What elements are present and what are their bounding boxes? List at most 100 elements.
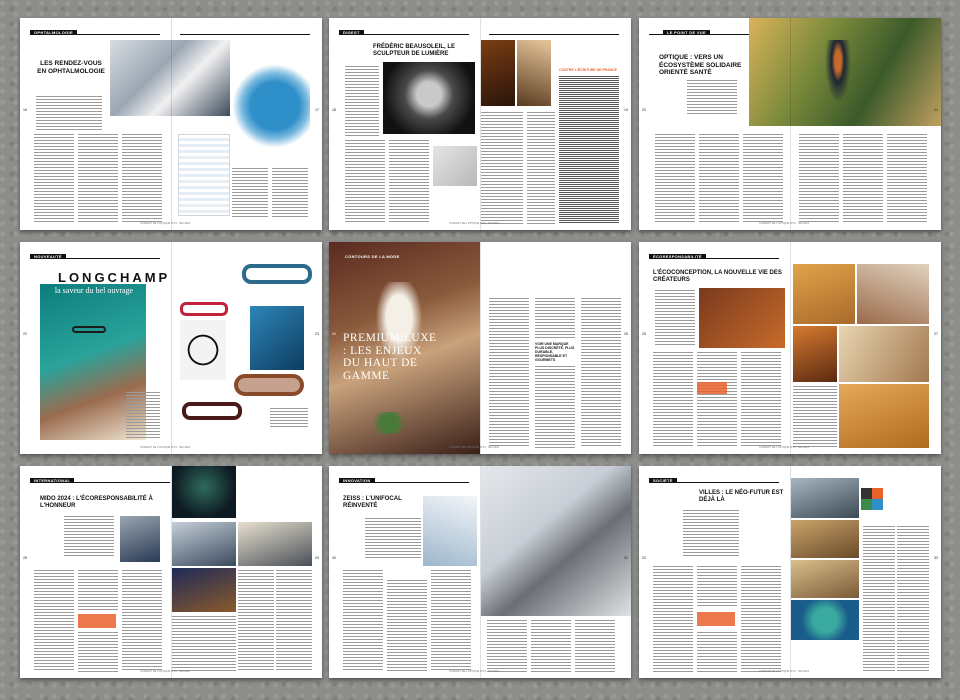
body-column bbox=[743, 134, 783, 224]
body-column bbox=[799, 134, 839, 224]
body-column bbox=[276, 570, 312, 672]
page-footer: CONCEPT DE L'OPTIQUE N°XX · MAI 2024 bbox=[140, 446, 190, 449]
page-number: 28 bbox=[23, 556, 27, 560]
spread-digest[interactable]: DIGEST FRÉDÉRIC BEAUSOLEIL, LE SCULPTEUR… bbox=[329, 18, 631, 230]
rubric-rule bbox=[339, 34, 469, 35]
body-column bbox=[741, 566, 781, 672]
body-column bbox=[699, 134, 739, 224]
page-footer: CONCEPT DE L'OPTIQUE N°XX · MAI 2024 bbox=[759, 670, 809, 673]
article-title: PREMIUM/LUXE : LES ENJEUX DU HAUT DE GAM… bbox=[343, 332, 437, 382]
page-number: 18 bbox=[332, 108, 336, 112]
body-column bbox=[697, 352, 737, 448]
page-footer: CONCEPT DE L'OPTIQUE N°XX · MAI 2024 bbox=[140, 670, 190, 673]
body-column bbox=[34, 134, 74, 224]
interior-photo bbox=[517, 40, 551, 106]
brown-glasses-icon bbox=[234, 374, 304, 396]
rubric-rule bbox=[339, 482, 469, 483]
page-footer: CONCEPT DE L'OPTIQUE N°XX · MAI 2024 bbox=[759, 222, 809, 225]
man-glasses-photo bbox=[481, 466, 631, 616]
body-column bbox=[343, 570, 383, 672]
body-column bbox=[345, 140, 385, 224]
spread-premium-luxe[interactable]: CONTOURS DE LA MODE PREMIUM/LUXE : LES E… bbox=[329, 242, 631, 454]
body-column bbox=[653, 566, 693, 672]
bouquet-figure bbox=[369, 412, 409, 434]
handbag-photo bbox=[180, 320, 226, 380]
rubric-label: CONTOURS DE LA MODE bbox=[345, 254, 400, 259]
intro-text bbox=[345, 66, 379, 136]
page-number: 19 bbox=[624, 108, 628, 112]
spread-point-de-vue[interactable]: LE POINT DE VUE OPTIQUE : VERS UN ÉCOSYS… bbox=[639, 18, 941, 230]
dune-city-photo bbox=[791, 560, 859, 598]
body-column bbox=[581, 298, 621, 448]
body-column bbox=[575, 620, 615, 672]
page-footer: CONCEPT DE L'OPTIQUE N°XX · MAI 2024 bbox=[449, 446, 499, 449]
body-column bbox=[535, 298, 575, 338]
intro-text bbox=[687, 80, 737, 116]
body-column bbox=[122, 134, 162, 224]
page-number: 27 bbox=[934, 332, 938, 336]
page-footer: CONCEPT DE L'OPTIQUE N°XX · MAI 2024 bbox=[140, 222, 190, 225]
body-column bbox=[741, 352, 781, 448]
hall-photo bbox=[172, 522, 236, 566]
body-column bbox=[78, 570, 118, 610]
spread-villes[interactable]: SOCIÉTÉ VILLES : LE NÉO-FUTUR EST DÉJÀ L… bbox=[639, 466, 941, 678]
glasses-photo-2 bbox=[857, 264, 929, 324]
sidebar-title: CONTRE L'ÉCRITURE DE FRANCE bbox=[559, 68, 617, 72]
spread-ophtalmologie[interactable]: OPHTALMOLOGIE LES RENDEZ-VOUS EN OPHTALM… bbox=[20, 18, 322, 230]
body-column bbox=[655, 134, 695, 224]
article-title: VILLES : LE NÉO-FUTUR EST DÉJÀ LÀ bbox=[699, 490, 784, 503]
highlight-box bbox=[697, 612, 735, 626]
tortoise-glasses-icon bbox=[182, 402, 242, 420]
france-map bbox=[232, 64, 310, 148]
portrait-photo bbox=[383, 62, 475, 134]
glasses-on-model-icon bbox=[72, 326, 106, 333]
body-column bbox=[481, 112, 523, 224]
intro-text bbox=[365, 518, 421, 558]
glasses-photo-4 bbox=[839, 326, 929, 382]
lamp-photo bbox=[481, 40, 515, 106]
booth-photo bbox=[238, 522, 312, 566]
page-number: 23 bbox=[315, 332, 319, 336]
body-column bbox=[272, 168, 308, 218]
frames-photo bbox=[699, 288, 785, 348]
body-column bbox=[78, 134, 118, 224]
body-column bbox=[78, 632, 118, 672]
caption-text bbox=[270, 408, 308, 428]
brand-name: LONGCHAMP bbox=[58, 270, 171, 285]
body-column bbox=[389, 140, 429, 224]
article-title: LES RENDEZ-VOUS EN OPHTALMOLOGIE bbox=[37, 60, 105, 75]
article-title: OPTIQUE : VERS UN ÉCOSYSTÈME SOLIDAIRE O… bbox=[659, 54, 742, 76]
rubric-rule bbox=[489, 34, 619, 35]
doctor-photo bbox=[110, 40, 230, 116]
highlight-box bbox=[697, 382, 727, 394]
body-column bbox=[897, 526, 929, 672]
page-number: 24 bbox=[332, 332, 336, 336]
intro-text bbox=[655, 290, 695, 346]
spread-mido[interactable]: INTERNATIONAL MIDO 2024 : L'ÉCORESPONSAB… bbox=[20, 466, 322, 678]
body-column bbox=[238, 570, 274, 672]
rubric-rule bbox=[30, 258, 160, 259]
body-column bbox=[887, 134, 927, 224]
page-number: 30 bbox=[332, 556, 336, 560]
body-column bbox=[535, 366, 575, 448]
glasses-photo-1 bbox=[793, 264, 855, 324]
article-title: FRÉDÉRIC BEAUSOLEIL, LE SCULPTEUR DE LUM… bbox=[373, 44, 456, 57]
highlight-box bbox=[78, 614, 116, 628]
intro-text bbox=[36, 96, 102, 130]
spread-ecoconception[interactable]: ÉCORESPONSABILITÉ L'ÉCOCONCEPTION, LA NO… bbox=[639, 242, 941, 454]
page-number: 17 bbox=[315, 108, 319, 112]
logo-icon bbox=[861, 488, 883, 510]
speaker-photo bbox=[120, 516, 160, 562]
rubric-rule bbox=[649, 258, 779, 259]
body-column bbox=[487, 620, 527, 672]
spread-zeiss[interactable]: INNOVATION ZEISS : L'UNIFOCAL RÉINVENTÉ … bbox=[329, 466, 631, 678]
body-column bbox=[232, 168, 268, 218]
article-title: L'ÉCOCONCEPTION, LA NOUVELLE VIE DES CRÉ… bbox=[653, 270, 782, 283]
body-column bbox=[126, 392, 160, 440]
body-column bbox=[527, 112, 555, 224]
rubric-rule bbox=[30, 34, 160, 35]
spread-longchamp[interactable]: NOUVEAUTÉ LONGCHAMP la saveur du bel ouv… bbox=[20, 242, 322, 454]
article-title: ZEISS : L'UNIFOCAL RÉINVENTÉ bbox=[343, 496, 402, 509]
woman-figure bbox=[823, 40, 853, 110]
glasses-photo-5 bbox=[839, 384, 929, 448]
